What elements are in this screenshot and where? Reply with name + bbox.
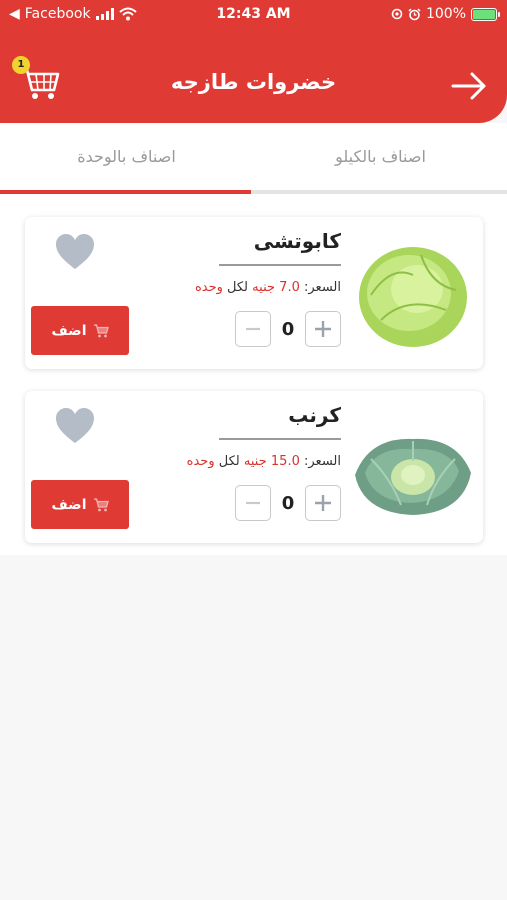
small-cart-icon — [93, 497, 109, 511]
battery-icon — [471, 7, 500, 21]
increase-button[interactable] — [305, 311, 341, 347]
product-card: كرنب السعر: 15.0 جنيه لكل وحده 0 اضف — [25, 391, 483, 543]
favorite-button[interactable] — [55, 407, 95, 445]
minus-icon — [246, 327, 260, 331]
quantity-value: 0 — [281, 492, 295, 514]
add-button-label: اضف — [51, 496, 87, 513]
price-value: 7.0 — [279, 280, 300, 295]
add-to-cart-button[interactable]: اضف — [31, 480, 129, 529]
heart-icon — [56, 234, 94, 269]
price-label: السعر: — [304, 280, 341, 295]
price-unit: وحده — [186, 454, 215, 469]
product-price: السعر: 7.0 جنيه لكل وحده — [195, 280, 341, 295]
minus-icon — [246, 501, 260, 505]
quantity-stepper: 0 — [235, 485, 341, 521]
small-cart-icon — [93, 323, 109, 337]
name-underline — [219, 264, 341, 266]
battery-percent: 100% — [425, 6, 466, 22]
app-header: ◀ Facebook 12:43 AM 100% 1 خضروات طازجه — [0, 0, 507, 123]
price-currency: جنيه — [252, 280, 276, 295]
increase-button[interactable] — [305, 485, 341, 521]
tab-per-kilo[interactable]: اصناف بالكيلو — [254, 147, 507, 166]
quantity-value: 0 — [281, 318, 295, 340]
category-tabs: اصناف بالكيلو اصناف بالوحدة — [0, 123, 507, 197]
price-currency: جنيه — [243, 454, 267, 469]
product-card: كابوتشى السعر: 7.0 جنيه لكل وحده 0 اضف — [25, 217, 483, 369]
lock-rotation-icon — [391, 8, 403, 20]
product-list: كابوتشى السعر: 7.0 جنيه لكل وحده 0 اضف ك… — [0, 197, 507, 555]
tab-per-unit[interactable]: اصناف بالوحدة — [0, 147, 253, 166]
price-per: لكل — [227, 280, 249, 295]
status-right: 100% — [391, 6, 500, 22]
decrease-button[interactable] — [235, 311, 271, 347]
arrow-right-icon — [451, 72, 486, 100]
name-underline — [219, 438, 341, 440]
active-tab-indicator — [0, 190, 251, 194]
status-bar: ◀ Facebook 12:43 AM 100% — [0, 0, 507, 28]
add-button-label: اضف — [51, 322, 87, 339]
plus-icon — [315, 495, 331, 511]
decrease-button[interactable] — [235, 485, 271, 521]
product-name: كابوتشى — [253, 229, 341, 253]
lettuce-image — [359, 247, 467, 347]
price-value: 15.0 — [270, 454, 300, 469]
price-per: لكل — [218, 454, 240, 469]
heart-icon — [56, 408, 94, 443]
price-unit: وحده — [194, 280, 223, 295]
alarm-icon — [408, 7, 421, 20]
cabbage-image — [355, 438, 471, 515]
add-to-cart-button[interactable]: اضف — [31, 306, 129, 355]
product-price: السعر: 15.0 جنيه لكل وحده — [187, 454, 341, 469]
product-name: كرنب — [288, 403, 341, 427]
page-title: خضروات طازجه — [170, 70, 337, 94]
favorite-button[interactable] — [55, 233, 95, 271]
quantity-stepper: 0 — [235, 311, 341, 347]
price-label: السعر: — [304, 454, 341, 469]
back-button[interactable] — [449, 66, 489, 106]
plus-icon — [315, 321, 331, 337]
